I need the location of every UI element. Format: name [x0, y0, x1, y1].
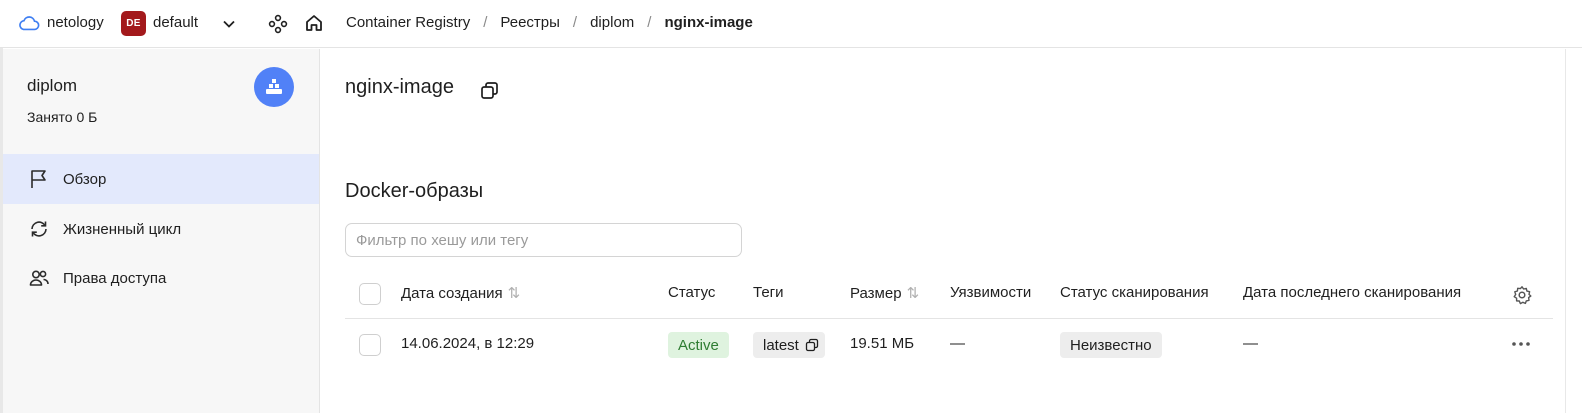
breadcrumb-current: nginx-image	[664, 14, 753, 31]
breadcrumb-container-registry[interactable]: Container Registry	[346, 14, 470, 31]
column-header-label: Дата создания	[401, 285, 503, 302]
cloud-icon	[19, 16, 40, 31]
column-header-last-scan: Дата последнего сканирования	[1243, 284, 1462, 301]
column-header-label: Размер	[850, 285, 902, 302]
tag-chip: latest	[753, 332, 825, 358]
column-header-size[interactable]: Размер ⇅	[850, 284, 919, 302]
folder-name[interactable]: default	[153, 14, 198, 31]
breadcrumb-registries[interactable]: Реестры	[500, 14, 560, 31]
image-size: 19.51 МБ	[850, 335, 915, 352]
sidebar-item-label: Жизненный цикл	[63, 220, 182, 238]
column-header-status: Статус	[668, 284, 716, 301]
column-header-scan-status: Статус сканирования	[1060, 284, 1209, 301]
last-scan-value: —	[1243, 335, 1258, 352]
vulnerabilities-value: —	[950, 335, 965, 352]
column-header-vulnerabilities: Уязвимости	[950, 284, 1032, 301]
copy-icon[interactable]	[805, 338, 819, 352]
breadcrumb-separator: /	[647, 14, 652, 31]
row-checkbox[interactable]	[359, 334, 381, 356]
copy-icon[interactable]	[480, 81, 499, 100]
registry-name: diplom	[27, 76, 78, 95]
section-title: Docker-образы	[345, 180, 484, 202]
chevron-down-icon[interactable]	[220, 15, 238, 33]
refresh-icon	[31, 221, 47, 237]
sidebar-item-label: Обзор	[63, 170, 107, 188]
gear-icon[interactable]	[1512, 285, 1532, 305]
tag-label: latest	[763, 336, 799, 354]
sidebar-item-overview[interactable]: Обзор	[3, 154, 319, 204]
status-badge: Active	[668, 332, 729, 358]
header-divider	[345, 318, 1553, 319]
breadcrumb-separator: /	[483, 14, 488, 31]
top-bar: netology DE default Container Registry /…	[0, 0, 1582, 48]
services-icon[interactable]	[268, 14, 288, 34]
org-name[interactable]: netology	[47, 14, 104, 31]
sidebar-item-access[interactable]: Права доступа	[3, 253, 319, 303]
folder-badge: DE	[121, 11, 146, 36]
sidebar: diplom Занято 0 Б Обзор Жизненный цикл П…	[3, 49, 320, 413]
column-header-tags: Теги	[753, 284, 784, 301]
scan-status-badge: Неизвестно	[1060, 332, 1162, 358]
users-icon	[29, 270, 49, 286]
sidebar-item-label: Права доступа	[63, 269, 167, 287]
scrollbar-track	[1565, 49, 1566, 413]
filter-input[interactable]	[345, 223, 742, 257]
column-header-created[interactable]: Дата создания ⇅	[401, 284, 520, 302]
registry-avatar-button[interactable]	[254, 67, 294, 107]
home-icon[interactable]	[304, 13, 324, 33]
container-registry-icon	[266, 79, 282, 94]
page-title: nginx-image	[345, 76, 454, 98]
sort-icon[interactable]: ⇅	[907, 285, 920, 302]
registry-used-space: Занято 0 Б	[27, 109, 98, 125]
sidebar-item-lifecycle[interactable]: Жизненный цикл	[3, 204, 319, 254]
flag-icon	[31, 170, 46, 188]
select-all-checkbox[interactable]	[359, 283, 381, 305]
breadcrumb-diplom[interactable]: diplom	[590, 14, 634, 31]
breadcrumb: Container Registry / Реестры / diplom / …	[346, 14, 753, 31]
breadcrumb-separator: /	[572, 14, 578, 31]
more-options-icon[interactable]	[1510, 336, 1532, 352]
created-date: 14.06.2024, в 12:29	[401, 335, 535, 352]
sort-icon[interactable]: ⇅	[508, 285, 521, 302]
